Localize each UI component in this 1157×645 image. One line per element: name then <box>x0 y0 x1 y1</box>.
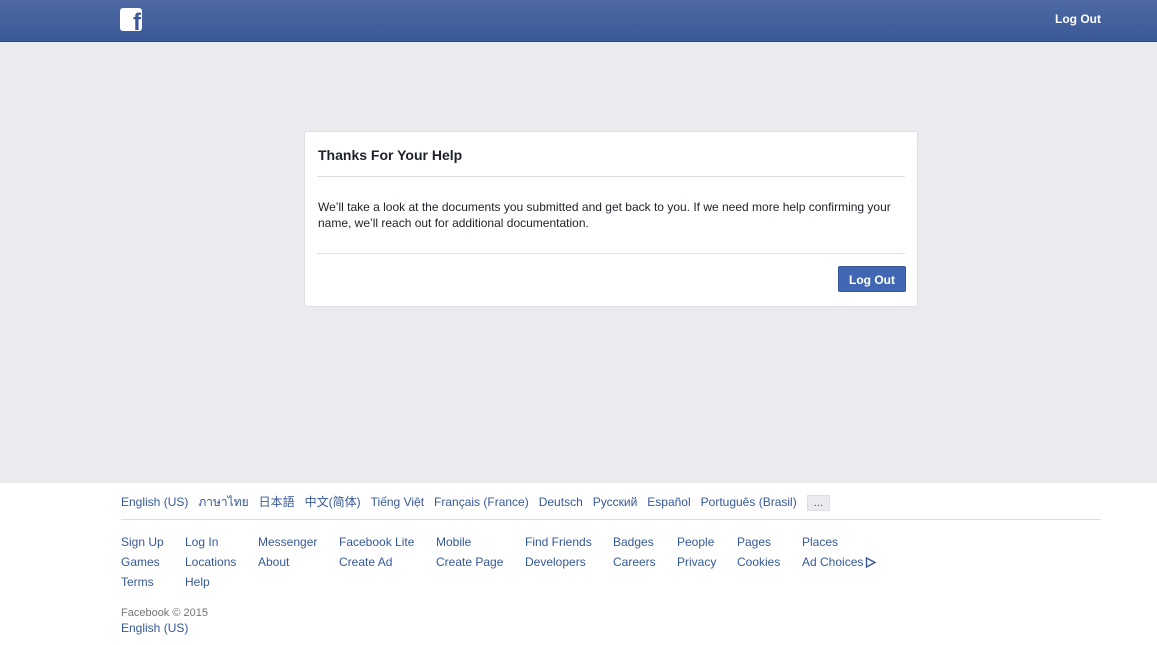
current-language-link[interactable]: English (US) <box>121 621 188 635</box>
language-link[interactable]: 日本語 <box>259 495 295 509</box>
footer-link-create-ad[interactable]: Create Ad <box>339 555 392 569</box>
logout-button[interactable]: Log Out <box>838 266 906 292</box>
footer-link-sign-up[interactable]: Sign Up <box>121 535 164 549</box>
language-link[interactable]: Tiếng Việt <box>371 495 424 509</box>
ad-choices-icon <box>866 557 877 568</box>
language-link[interactable]: English (US) <box>121 495 188 509</box>
more-languages-button[interactable]: ... <box>806 494 830 511</box>
copyright-text: Facebook © 2015 <box>121 607 208 619</box>
footer-link-about[interactable]: About <box>258 555 289 569</box>
footer-link-log-in[interactable]: Log In <box>185 535 218 549</box>
language-link[interactable]: 中文(简体) <box>305 495 361 509</box>
divider <box>317 176 905 177</box>
language-link[interactable]: Русский <box>593 495 638 509</box>
footer-link-facebook-lite[interactable]: Facebook Lite <box>339 535 414 549</box>
footer-link-find-friends[interactable]: Find Friends <box>525 535 592 549</box>
dialog-message: We’ll take a look at the documents you s… <box>318 200 891 230</box>
top-bar: f Log Out <box>0 0 1157 42</box>
footer-link-people[interactable]: People <box>677 535 714 549</box>
language-link[interactable]: ภาษาไทย <box>198 495 248 509</box>
language-selector: English (US) ภาษาไทย 日本語 中文(简体) Tiếng Việt Fr… <box>121 493 1101 520</box>
footer-link-ad-choices[interactable]: Ad Choices <box>802 555 877 569</box>
footer: English (US) ภาษาไทย 日本語 中文(简体) Tiếng Việt Fr… <box>0 483 1157 645</box>
footer-link-cookies[interactable]: Cookies <box>737 555 780 569</box>
divider <box>317 253 905 254</box>
footer-link-careers[interactable]: Careers <box>613 555 656 569</box>
footer-link-terms[interactable]: Terms <box>121 575 154 589</box>
footer-link-locations[interactable]: Locations <box>185 555 236 569</box>
footer-link-messenger[interactable]: Messenger <box>258 535 317 549</box>
footer-link-help[interactable]: Help <box>185 575 210 589</box>
footer-link-games[interactable]: Games <box>121 555 160 569</box>
footer-link-create-page[interactable]: Create Page <box>436 555 503 569</box>
language-link[interactable]: Français (France) <box>434 495 529 509</box>
header-logout-link[interactable]: Log Out <box>1055 12 1101 26</box>
footer-link-developers[interactable]: Developers <box>525 555 586 569</box>
footer-link-pages[interactable]: Pages <box>737 535 771 549</box>
language-link[interactable]: Português (Brasil) <box>701 495 797 509</box>
confirmation-dialog: Thanks For Your Help We’ll take a look a… <box>304 131 918 307</box>
ad-choices-label: Ad Choices <box>802 555 864 569</box>
language-link[interactable]: Español <box>647 495 690 509</box>
footer-link-badges[interactable]: Badges <box>613 535 654 549</box>
footer-link-mobile[interactable]: Mobile <box>436 535 471 549</box>
footer-link-privacy[interactable]: Privacy <box>677 555 716 569</box>
logo-letter: f <box>133 9 141 32</box>
dialog-title: Thanks For Your Help <box>318 147 463 163</box>
facebook-logo-icon[interactable]: f <box>120 8 142 31</box>
footer-link-places[interactable]: Places <box>802 535 838 549</box>
language-link[interactable]: Deutsch <box>539 495 583 509</box>
